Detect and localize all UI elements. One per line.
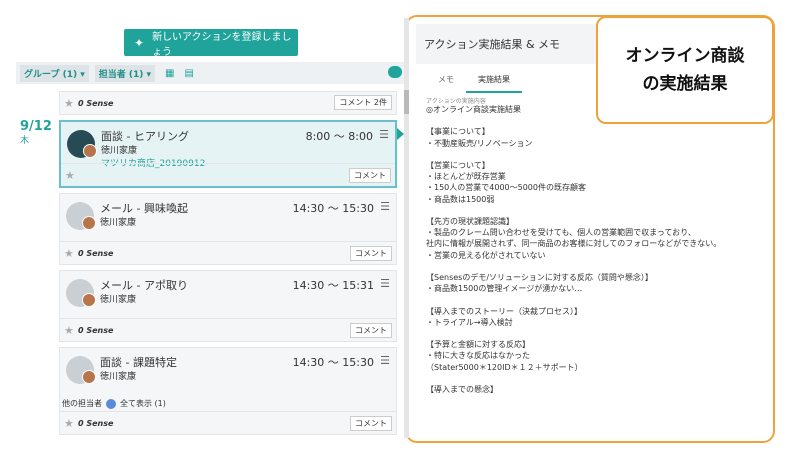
sense-count: 0 Sense (78, 249, 114, 258)
divider (60, 411, 396, 412)
selected-pointer-icon (397, 128, 404, 140)
comment-button[interactable]: コメント (349, 168, 391, 183)
activity-person: 徳川家康 (100, 218, 137, 228)
tab-result[interactable]: 実施結果 (466, 70, 522, 93)
activity-card[interactable]: メール - アポ取り 14:30 〜 15:31 ☰ 徳川家康 ★ 0 Sens… (59, 270, 397, 342)
scrollbar-thumb[interactable] (404, 90, 409, 114)
date-day: 9/12 (20, 119, 52, 134)
callout-line-2: の実施結果 (642, 74, 728, 94)
activity-title: メール - アポ取り (100, 279, 188, 292)
activity-person: 徳川家康 (100, 372, 137, 382)
activity-time: 14:30 〜 15:30 (292, 356, 374, 369)
avatar (82, 293, 96, 307)
menu-icon[interactable]: ☰ (380, 277, 390, 290)
comment-button[interactable]: コメント 2件 (334, 95, 392, 110)
menu-icon[interactable]: ☰ (380, 354, 390, 367)
star-icon[interactable]: ★ (64, 97, 74, 110)
avatar (83, 144, 97, 158)
sense-count: 0 Sense (78, 99, 114, 108)
avatar (82, 216, 96, 230)
comment-button[interactable]: コメント (350, 416, 392, 431)
user-icon (106, 398, 116, 409)
owner-filter[interactable]: 担当者 (1) ▾ (94, 64, 156, 82)
date-weekday: 木 (20, 136, 30, 146)
comment-button[interactable]: コメント (350, 323, 392, 338)
activity-title: メール - 興味喚起 (100, 202, 188, 215)
tab-memo[interactable]: メモ (426, 70, 466, 93)
activity-card[interactable]: 面談 - 課題特定 14:30 〜 15:30 ☰ 徳川家康 ★ 0 Sense… (59, 347, 397, 435)
divider (60, 241, 396, 242)
divider (60, 318, 396, 319)
activity-date: 9/12 木 (20, 120, 52, 148)
activity-time: 14:30 〜 15:30 (292, 202, 374, 215)
sense-count: 0 Sense (78, 419, 114, 428)
panel-title: アクション実施結果 & メモ (424, 38, 561, 51)
callout-box: オンライン商談 の実施結果 (596, 16, 774, 124)
callout-line-1: オンライン商談 (625, 46, 745, 66)
add-action-icon: ✦ (134, 35, 145, 50)
result-content: ◎オンライン商談実施結果 【事業について】 ・不動産販売/リノベーション 【営業… (426, 105, 722, 395)
show-all-link[interactable]: 全て表示 (1) (120, 398, 166, 409)
new-action-label: 新しいアクションを登録しましょう (152, 31, 292, 58)
scrollbar[interactable] (404, 18, 409, 438)
activity-title: 面談 - ヒアリング (101, 130, 189, 143)
other-owner-line: 他の担当者 全て表示 (1) (62, 398, 166, 409)
group-filter[interactable]: グループ (1) ▾ (20, 64, 89, 82)
activity-person: 徳川家康 (101, 146, 138, 156)
panel-tabs: メモ 実施結果 (426, 70, 522, 93)
star-icon[interactable]: ★ (64, 417, 74, 430)
star-icon[interactable]: ★ (64, 247, 74, 260)
calendar-range-icon[interactable]: ▤ (184, 68, 193, 79)
activity-person: 徳川家康 (100, 295, 137, 305)
other-owner-label: 他の担当者 (62, 399, 102, 408)
activity-card[interactable]: 面談 - ヒアリング 8:00 〜 8:00 ☰ 徳川家康 マツリカ商店_201… (59, 120, 397, 188)
activity-time: 14:30 〜 15:31 (292, 279, 374, 292)
star-icon[interactable]: ★ (64, 324, 74, 337)
menu-icon[interactable]: ☰ (380, 200, 390, 213)
divider (61, 163, 395, 164)
top-sense-row: ★ 0 Sense コメント 2件 (59, 91, 397, 115)
sense-count: 0 Sense (78, 326, 114, 335)
activity-time: 8:00 〜 8:00 (305, 130, 373, 143)
app-root: ✦ 新しいアクションを登録しましょう グループ (1) ▾ 担当者 (1) ▾ … (0, 0, 800, 458)
avatar (82, 370, 96, 384)
star-icon[interactable]: ★ (65, 169, 75, 182)
activity-card[interactable]: メール - 興味喚起 14:30 〜 15:30 ☰ 徳川家康 ★ 0 Sens… (59, 193, 397, 265)
menu-icon[interactable]: ☰ (379, 128, 389, 141)
calendar-icon[interactable]: ▦ (165, 68, 174, 79)
comment-button[interactable]: コメント (350, 246, 392, 261)
new-action-button[interactable]: ✦ 新しいアクションを登録しましょう (124, 29, 298, 58)
activity-title: 面談 - 課題特定 (100, 356, 177, 369)
filter-bar: グループ (1) ▾ 担当者 (1) ▾ ▦ ▤ (16, 62, 408, 84)
cloud-sync-icon[interactable] (388, 66, 402, 78)
